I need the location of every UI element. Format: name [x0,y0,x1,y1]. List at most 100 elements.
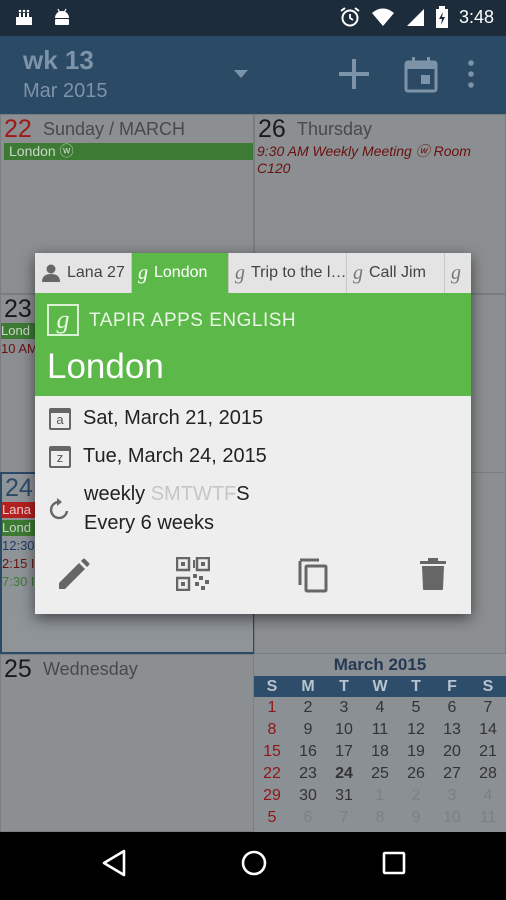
mini-day[interactable]: 28 [470,763,506,785]
weekday-off: M [164,483,181,505]
mini-day[interactable]: 1 [362,785,398,807]
mini-day[interactable]: 6 [290,807,326,829]
event-popup: Lana 27 g London g Trip to the l… g Call… [35,253,471,614]
mini-day[interactable]: 23 [290,763,326,785]
day-name: Sunday / MARCH [43,119,186,139]
event-stub[interactable]: 7:30 I [2,574,38,590]
mini-day[interactable]: 19 [398,741,434,763]
tab-lana-27[interactable]: Lana 27 [35,253,132,293]
mini-day[interactable]: 9 [290,719,326,741]
mini-day[interactable]: 2 [290,697,326,719]
mini-day-today[interactable]: 24 [326,763,362,785]
delete-trash-icon[interactable] [419,557,447,591]
overflow-menu-icon[interactable] [464,56,478,92]
mini-day[interactable]: 11 [470,807,506,829]
mini-day[interactable]: 16 [290,741,326,763]
mini-day[interactable]: 7 [470,697,506,719]
event-stub[interactable]: Lana [2,502,38,518]
end-date-row: z Tue, March 24, 2015 [49,445,267,468]
view-dropdown-icon[interactable] [234,70,248,78]
event-stub[interactable]: 2:15 I [2,556,38,572]
week-number[interactable]: wk 13 [23,45,94,76]
event-london[interactable]: London ⓦ [4,143,253,160]
mini-day[interactable]: 1 [254,697,290,719]
mini-day[interactable]: 10 [326,719,362,741]
mini-day[interactable]: 9 [398,807,434,829]
today-calendar-icon[interactable] [403,56,439,94]
qr-code-icon[interactable] [176,557,210,591]
mini-day[interactable]: 31 [326,785,362,807]
back-icon[interactable] [100,848,128,878]
event-stub[interactable]: 10 AM [1,341,37,357]
event-stub[interactable]: Lond [1,323,37,339]
system-nav-bar [0,832,506,900]
status-bar: 3:48 [0,0,506,36]
mini-day[interactable]: 5 [398,697,434,719]
mini-month-calendar[interactable]: March 2015 S M T W T F S 1 2 3 4 5 6 7 8… [254,654,506,832]
copy-icon[interactable] [297,557,329,593]
weekday-off: T [180,483,193,505]
mini-day[interactable]: 20 [434,741,470,763]
mini-day[interactable]: 18 [362,741,398,763]
event-weekly-meeting[interactable]: 9:30 AM Weekly Meeting ⓦ Room [257,143,471,160]
mini-day[interactable]: 11 [362,719,398,741]
mini-day[interactable]: 10 [434,807,470,829]
event-title: London [47,347,164,386]
mini-day[interactable]: 3 [326,697,362,719]
wifi-icon [371,8,394,26]
person-icon [42,264,60,282]
mini-day[interactable]: 4 [362,697,398,719]
weekday-off: F [224,483,237,505]
mini-day[interactable]: 27 [434,763,470,785]
mini-day[interactable]: 13 [434,719,470,741]
cell-signal-icon [406,9,424,26]
mini-day[interactable]: 15 [254,741,290,763]
tab-more[interactable]: g [445,253,471,293]
mini-day[interactable]: 4 [470,785,506,807]
mini-day[interactable]: 21 [470,741,506,763]
google-icon: g [235,261,245,284]
google-icon: g [451,261,461,284]
tab-label: Trip to the l… [251,264,347,281]
mini-day[interactable]: 8 [254,719,290,741]
mini-day[interactable]: 7 [326,807,362,829]
tab-london[interactable]: g London [132,253,229,293]
mini-day[interactable]: 8 [362,807,398,829]
end-date: Tue, March 24, 2015 [83,445,267,467]
start-date: Sat, March 21, 2015 [83,407,264,429]
mini-day[interactable]: 12 [398,719,434,741]
mini-day[interactable]: 22 [254,763,290,785]
day-name: Wednesday [43,659,138,679]
battery-icon [435,6,448,28]
recents-icon[interactable] [381,848,407,878]
day-number: 22 [4,115,32,143]
mini-day[interactable]: 26 [398,763,434,785]
event-stub[interactable]: 12:30 [2,538,38,554]
repeat-icon [49,498,69,520]
mini-month-title[interactable]: March 2015 [254,654,506,676]
mini-day[interactable]: 2 [398,785,434,807]
day-number: 25 [4,655,32,683]
event-stub[interactable]: Lond [2,520,38,536]
month-label[interactable]: Mar 2015 [23,80,108,103]
clock: 3:48 [458,6,494,27]
day-cell-25[interactable]: 25 Wednesday [0,654,254,832]
mini-day[interactable]: 14 [470,719,506,741]
add-icon[interactable] [336,56,372,92]
edit-pencil-icon[interactable] [55,557,91,593]
mini-week-row: 22 23 24 25 26 27 28 [254,763,506,785]
day-number: 26 [258,115,286,143]
tab-label: London [154,264,208,281]
alarm-icon [340,7,360,27]
mini-day[interactable]: 3 [434,785,470,807]
mini-day[interactable]: 6 [434,697,470,719]
mini-day[interactable]: 30 [290,785,326,807]
mini-day[interactable]: 17 [326,741,362,763]
mini-day[interactable]: 25 [362,763,398,785]
tab-call-jim[interactable]: g Call Jim [347,253,445,293]
mini-day[interactable]: 5 [254,807,290,829]
home-icon[interactable] [239,848,269,878]
tab-trip[interactable]: g Trip to the l… [229,253,347,293]
mini-day[interactable]: 29 [254,785,290,807]
repeat-label: weekly [84,483,146,505]
